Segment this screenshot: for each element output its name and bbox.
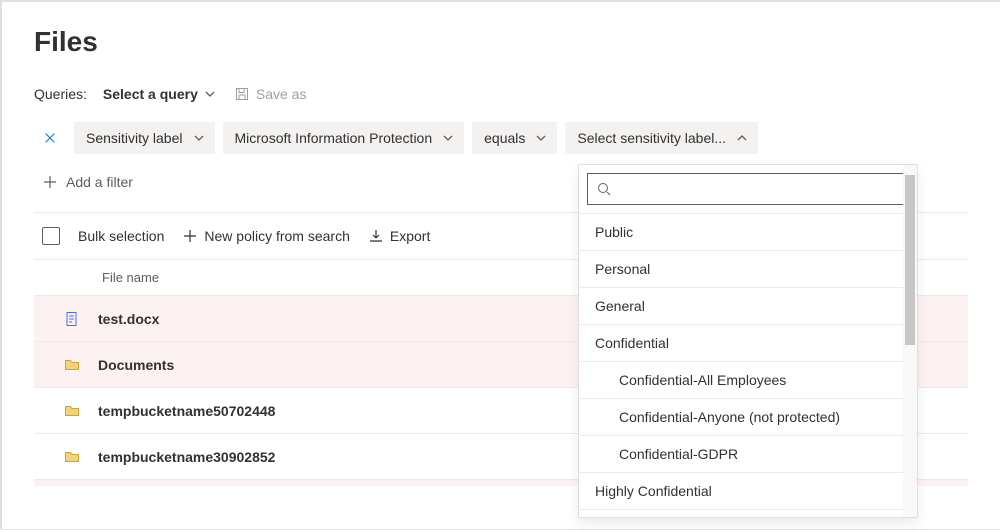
- chip-sensitivity-label[interactable]: Sensitivity label: [74, 122, 215, 154]
- folder-icon: [64, 403, 80, 419]
- dd-item-confidential-gdpr[interactable]: Confidential-GDPR: [579, 435, 917, 472]
- file-name: test.docx: [98, 311, 159, 327]
- export-button[interactable]: Export: [368, 228, 430, 244]
- file-name: Documents: [98, 357, 174, 373]
- clear-filter-button[interactable]: [34, 122, 66, 154]
- page-title: Files: [34, 26, 968, 58]
- col-filename[interactable]: File name: [102, 270, 159, 285]
- dd-item-confidential[interactable]: Confidential: [579, 324, 917, 361]
- dropdown-list: Public Personal General Confidential Con…: [579, 213, 917, 517]
- file-name: tempbucketname30902852: [98, 449, 275, 465]
- dd-item-personal[interactable]: Personal: [579, 250, 917, 287]
- chevron-down-icon: [440, 130, 456, 146]
- chip-label: equals: [484, 130, 525, 146]
- chevron-down-icon: [202, 86, 218, 102]
- dd-item-public[interactable]: Public: [579, 213, 917, 250]
- chip-label: Select sensitivity label...: [577, 130, 726, 146]
- new-policy-label: New policy from search: [204, 228, 350, 244]
- dropdown-search[interactable]: [587, 173, 909, 205]
- chevron-up-icon: [734, 130, 750, 146]
- plus-icon: [42, 174, 58, 190]
- download-icon: [368, 228, 384, 244]
- dropdown-search-input[interactable]: [612, 180, 900, 198]
- export-label: Export: [390, 228, 430, 244]
- queries-row: Queries: Select a query Save as: [34, 86, 968, 102]
- scrollbar-thumb[interactable]: [905, 175, 915, 345]
- bulk-selection-checkbox[interactable]: [42, 227, 60, 245]
- scrollbar[interactable]: [903, 165, 917, 517]
- chevron-down-icon: [191, 130, 207, 146]
- save-icon: [234, 86, 250, 102]
- add-filter-label: Add a filter: [66, 174, 133, 190]
- dd-item-confidential-anyone[interactable]: Confidential-Anyone (not protected): [579, 398, 917, 435]
- dd-item-confidential-all-employees[interactable]: Confidential-All Employees: [579, 361, 917, 398]
- chip-operator[interactable]: equals: [472, 122, 557, 154]
- sensitivity-label-dropdown: Public Personal General Confidential Con…: [578, 164, 918, 518]
- dd-item-highly-confidential[interactable]: Highly Confidential: [579, 472, 917, 509]
- bulk-selection-label: Bulk selection: [78, 228, 164, 244]
- dd-item-general[interactable]: General: [579, 287, 917, 324]
- search-icon: [596, 181, 612, 197]
- select-query-dropdown[interactable]: Select a query: [103, 86, 218, 102]
- dd-item-overflow: [579, 509, 917, 517]
- document-icon: [64, 311, 80, 327]
- queries-label: Queries:: [34, 86, 87, 102]
- chevron-down-icon: [533, 130, 549, 146]
- folder-icon: [64, 357, 80, 373]
- save-as-label: Save as: [256, 86, 307, 102]
- chip-select-sensitivity-label[interactable]: Select sensitivity label...: [565, 122, 758, 154]
- filter-chips-row: Sensitivity label Microsoft Information …: [34, 122, 968, 166]
- new-policy-button[interactable]: New policy from search: [182, 228, 350, 244]
- plus-icon: [182, 228, 198, 244]
- file-name: tempbucketname50702448: [98, 403, 275, 419]
- chip-mip[interactable]: Microsoft Information Protection: [223, 122, 465, 154]
- chip-label: Microsoft Information Protection: [235, 130, 433, 146]
- folder-icon: [64, 449, 80, 465]
- chip-label: Sensitivity label: [86, 130, 183, 146]
- save-as-button: Save as: [234, 86, 307, 102]
- select-query-label: Select a query: [103, 86, 198, 102]
